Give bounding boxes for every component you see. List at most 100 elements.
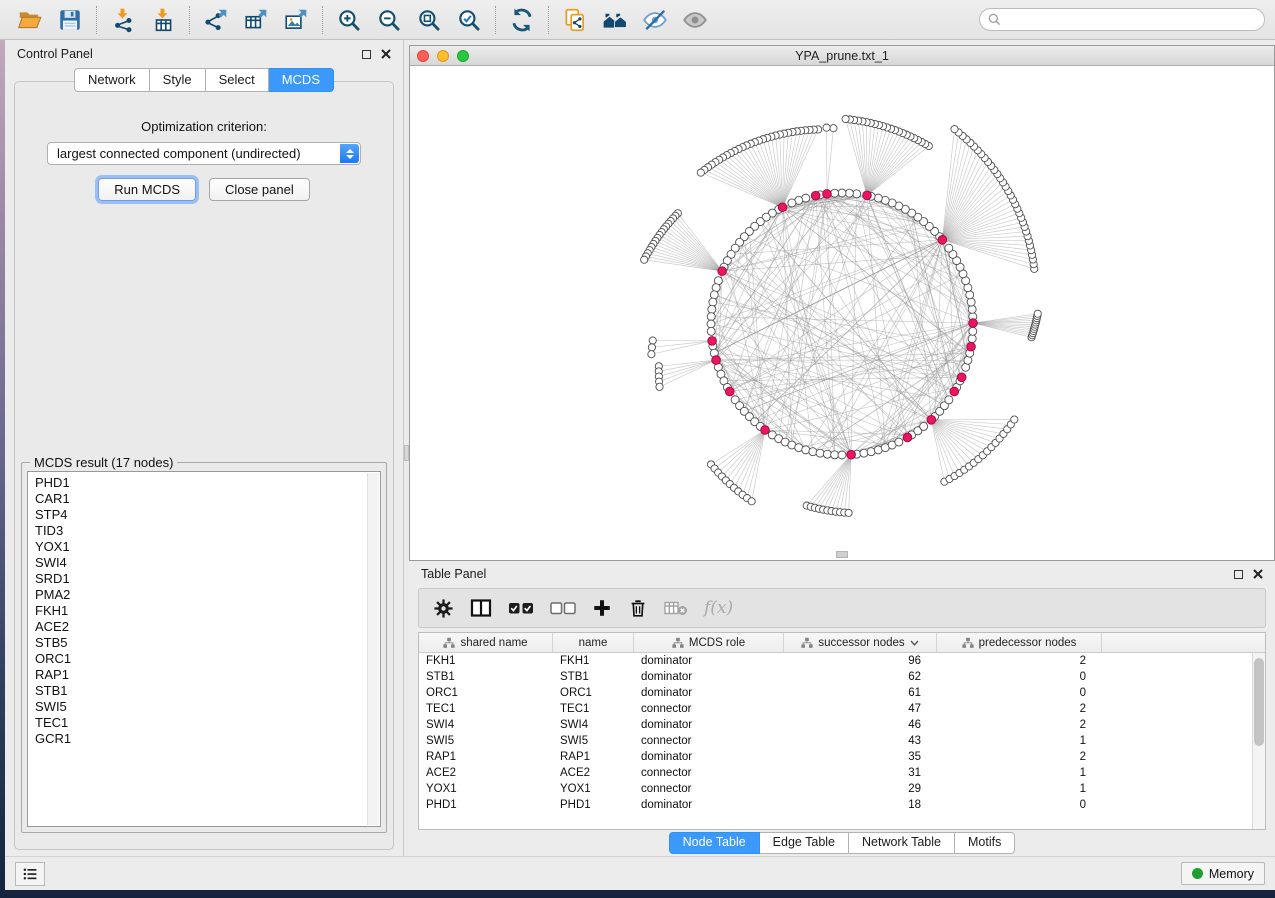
table-cell: 31 bbox=[784, 767, 937, 779]
export-table-icon[interactable] bbox=[236, 4, 276, 36]
column-header-name[interactable]: name bbox=[553, 633, 634, 652]
mcds-node-item[interactable]: FKH1 bbox=[35, 603, 364, 619]
first-neighbors-icon[interactable] bbox=[595, 4, 635, 36]
tab-mcds[interactable]: MCDS bbox=[269, 68, 334, 92]
mcds-node-item[interactable]: YOX1 bbox=[35, 539, 364, 555]
table-cell: 43 bbox=[784, 735, 937, 747]
show-all-eye-icon[interactable] bbox=[675, 4, 715, 36]
table-row[interactable]: YOX1YOX1connector291 bbox=[419, 781, 1252, 797]
search-box[interactable] bbox=[979, 8, 1265, 31]
table-cell: 2 bbox=[937, 719, 1102, 731]
select-all-checks-icon[interactable] bbox=[508, 600, 534, 616]
table-row[interactable]: TEC1TEC1connector472 bbox=[419, 701, 1252, 717]
network-canvas[interactable] bbox=[410, 66, 1274, 560]
show-panels-button[interactable] bbox=[15, 862, 45, 886]
table-scrollbar[interactable] bbox=[1252, 653, 1265, 829]
table-cell: 96 bbox=[784, 655, 937, 667]
table-row[interactable]: ACE2ACE2connector311 bbox=[419, 765, 1252, 781]
export-network-icon[interactable] bbox=[196, 4, 236, 36]
mcds-node-item[interactable]: RAP1 bbox=[35, 667, 364, 683]
import-network-icon[interactable] bbox=[103, 4, 143, 36]
table-cell: YOX1 bbox=[553, 783, 634, 795]
splitter-grip[interactable] bbox=[404, 445, 409, 461]
deselect-all-checks-icon[interactable] bbox=[550, 600, 576, 616]
export-image-icon[interactable] bbox=[276, 4, 316, 36]
memory-label: Memory bbox=[1209, 867, 1254, 881]
network-titlebar[interactable]: YPA_prune.txt_1 bbox=[410, 46, 1274, 66]
network-graph[interactable] bbox=[410, 66, 1274, 560]
run-mcds-button[interactable]: Run MCDS bbox=[98, 178, 196, 201]
table-row[interactable]: SWI4SWI4dominator462 bbox=[419, 717, 1252, 733]
table-cell: 2 bbox=[937, 703, 1102, 715]
column-header-shared-name[interactable]: shared name bbox=[419, 633, 553, 652]
mcds-node-item[interactable]: SRD1 bbox=[35, 571, 364, 587]
refresh-layout-icon[interactable] bbox=[502, 4, 542, 36]
close-panel-button[interactable]: Close panel bbox=[209, 178, 310, 201]
table-row[interactable]: FKH1FKH1dominator962 bbox=[419, 653, 1252, 669]
tab-edge-table[interactable]: Edge Table bbox=[760, 832, 849, 854]
table-row[interactable]: STB1STB1dominator620 bbox=[419, 669, 1252, 685]
column-header-filler bbox=[1102, 633, 1265, 652]
delete-column-icon[interactable] bbox=[628, 598, 648, 619]
memory-button[interactable]: Memory bbox=[1181, 862, 1265, 885]
table-row[interactable]: SWI5SWI5connector431 bbox=[419, 733, 1252, 749]
table-cell: 0 bbox=[937, 799, 1102, 811]
table-row[interactable]: PHD1PHD1dominator180 bbox=[419, 797, 1252, 813]
mcds-node-item[interactable]: CAR1 bbox=[35, 491, 364, 507]
table-row[interactable]: ORC1ORC1dominator610 bbox=[419, 685, 1252, 701]
tab-network[interactable]: Network bbox=[74, 68, 150, 92]
zoom-in-icon[interactable] bbox=[329, 4, 369, 36]
column-header-predecessor-nodes[interactable]: predecessor nodes bbox=[937, 633, 1102, 652]
open-file-icon[interactable] bbox=[10, 4, 50, 36]
tab-style[interactable]: Style bbox=[150, 68, 206, 92]
float-panel-icon[interactable] bbox=[362, 50, 371, 59]
table-cell: 1 bbox=[937, 783, 1102, 795]
panel-splitter[interactable] bbox=[403, 40, 409, 856]
close-table-panel-icon[interactable] bbox=[1253, 569, 1263, 579]
mcds-node-item[interactable]: STB5 bbox=[35, 635, 364, 651]
table-cell: SWI5 bbox=[419, 735, 553, 747]
canvas-scroll-thumb[interactable] bbox=[836, 551, 848, 558]
float-table-panel-icon[interactable] bbox=[1234, 570, 1243, 579]
mcds-node-item[interactable]: PHD1 bbox=[35, 475, 364, 491]
tab-network-table[interactable]: Network Table bbox=[849, 832, 955, 854]
add-column-icon[interactable] bbox=[592, 598, 612, 618]
tab-node-table[interactable]: Node Table bbox=[669, 832, 760, 854]
mcds-node-item[interactable]: ORC1 bbox=[35, 651, 364, 667]
table-header-row: shared namenameMCDS rolesuccessor nodesp… bbox=[419, 633, 1265, 653]
criterion-dropdown[interactable]: largest connected component (undirected) bbox=[47, 142, 361, 165]
save-session-icon[interactable] bbox=[50, 4, 90, 36]
tab-select[interactable]: Select bbox=[206, 68, 269, 92]
mcds-node-item[interactable]: GCR1 bbox=[35, 731, 364, 747]
show-column-icon[interactable] bbox=[470, 598, 492, 618]
hide-selected-eye-icon[interactable] bbox=[635, 4, 675, 36]
tab-motifs[interactable]: Motifs bbox=[955, 832, 1015, 854]
table-cell: 1 bbox=[937, 735, 1102, 747]
settings-gear-icon[interactable] bbox=[433, 598, 454, 619]
import-table-icon[interactable] bbox=[143, 4, 183, 36]
table-cell: ACE2 bbox=[419, 767, 553, 779]
table-row[interactable]: RAP1RAP1dominator352 bbox=[419, 749, 1252, 765]
table-cell: dominator bbox=[634, 719, 784, 731]
table-scrollbar-thumb[interactable] bbox=[1254, 658, 1264, 746]
mcds-node-item[interactable]: TEC1 bbox=[35, 715, 364, 731]
mcds-result-listbox[interactable]: PHD1CAR1STP4TID3YOX1SWI4SRD1PMA2FKH1ACE2… bbox=[27, 471, 381, 827]
mcds-list-scrollbar[interactable] bbox=[367, 473, 379, 825]
mcds-node-item[interactable]: PMA2 bbox=[35, 587, 364, 603]
mcds-node-item[interactable]: STB1 bbox=[35, 683, 364, 699]
zoom-fit-icon[interactable] bbox=[409, 4, 449, 36]
zoom-out-icon[interactable] bbox=[369, 4, 409, 36]
zoom-selected-icon[interactable] bbox=[449, 4, 489, 36]
optimization-criterion-label: Optimization criterion: bbox=[15, 119, 393, 134]
search-input[interactable] bbox=[1006, 13, 1256, 27]
table-cell: 1 bbox=[937, 767, 1102, 779]
mcds-node-item[interactable]: SWI5 bbox=[35, 699, 364, 715]
duplicate-network-icon[interactable] bbox=[555, 4, 595, 36]
mcds-node-item[interactable]: ACE2 bbox=[35, 619, 364, 635]
close-panel-icon[interactable] bbox=[381, 49, 391, 59]
mcds-node-item[interactable]: STP4 bbox=[35, 507, 364, 523]
mcds-node-item[interactable]: SWI4 bbox=[35, 555, 364, 571]
mcds-node-item[interactable]: TID3 bbox=[35, 523, 364, 539]
column-header-successor-nodes[interactable]: successor nodes bbox=[784, 633, 937, 652]
column-header-MCDS-role[interactable]: MCDS role bbox=[634, 633, 784, 652]
